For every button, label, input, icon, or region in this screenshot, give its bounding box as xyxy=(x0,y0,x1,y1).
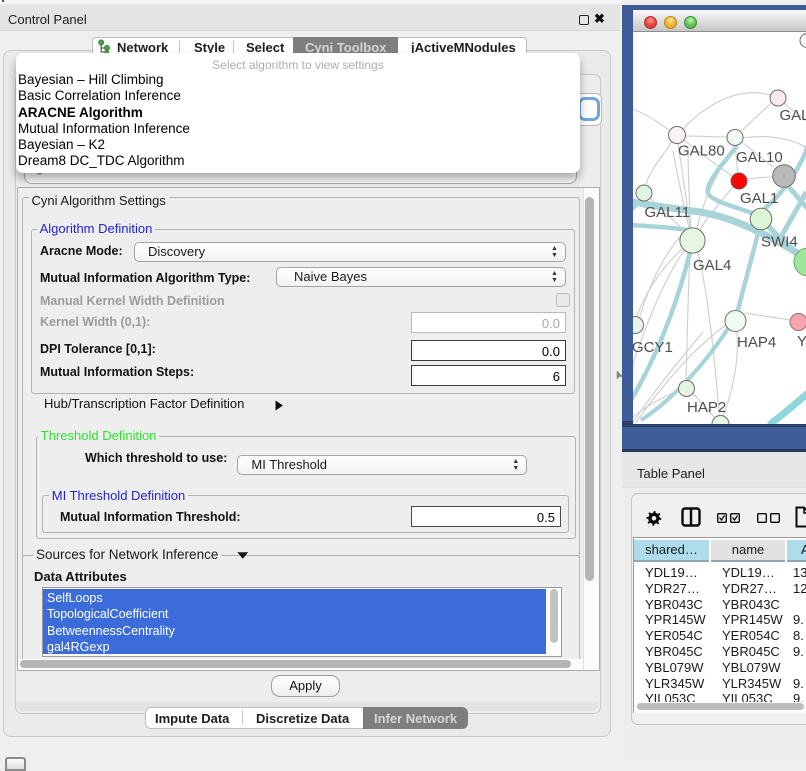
svg-text:HAP2: HAP2 xyxy=(687,399,726,416)
svg-text:GAL80: GAL80 xyxy=(678,143,725,160)
svg-text:GAL10: GAL10 xyxy=(736,149,783,166)
svg-text:GAL4: GAL4 xyxy=(693,257,731,274)
svg-text:Y: Y xyxy=(797,333,806,350)
svg-text:HAP4: HAP4 xyxy=(737,334,776,351)
svg-text:GAL7: GAL7 xyxy=(780,107,806,124)
svg-text:GAL1: GAL1 xyxy=(740,190,778,207)
svg-text:GCY1: GCY1 xyxy=(633,339,673,356)
svg-text:GAL11: GAL11 xyxy=(645,204,691,221)
svg-text:SWI4: SWI4 xyxy=(761,234,798,251)
